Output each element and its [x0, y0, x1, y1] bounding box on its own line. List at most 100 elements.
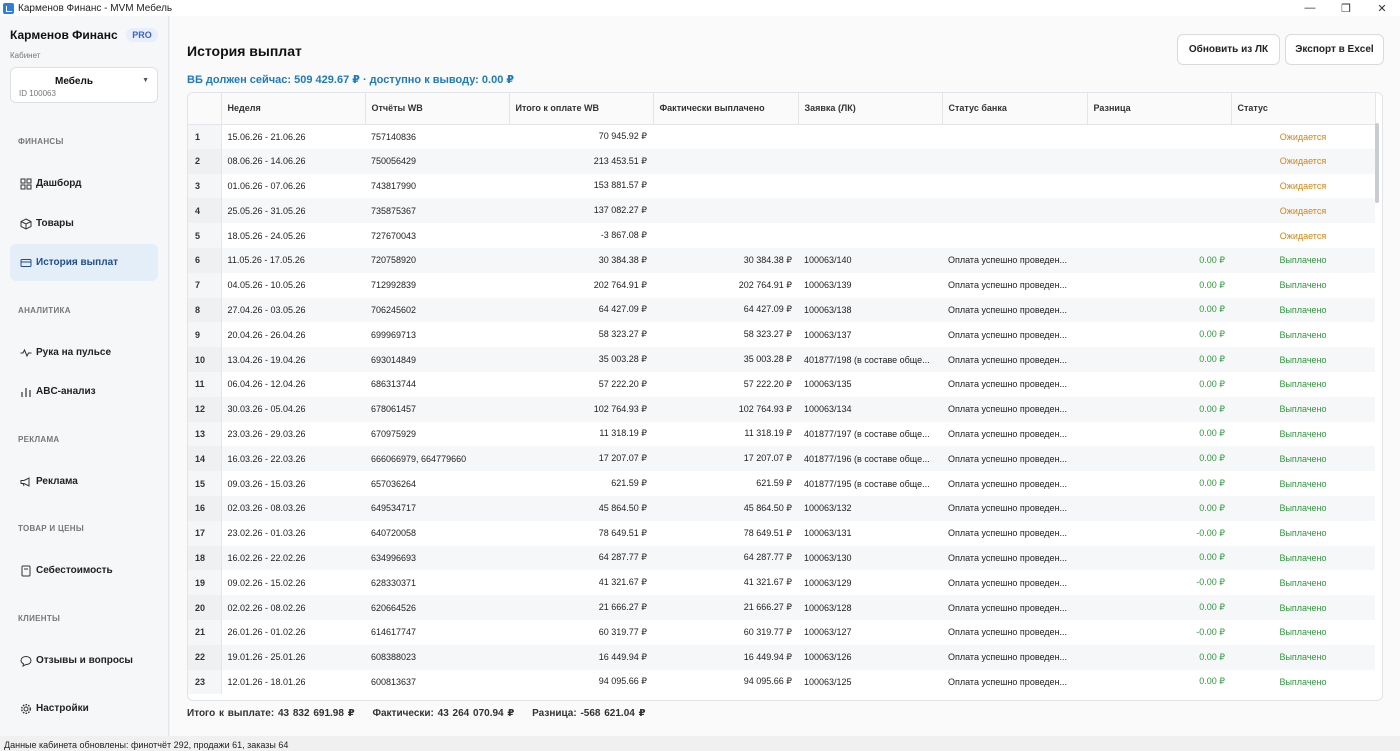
week-cell: 09.03.26 - 15.03.26: [227, 478, 306, 489]
sidebar-item-abc[interactable]: ABC-анализ: [10, 373, 158, 410]
difference-cell: 0.00 ₽: [1087, 297, 1231, 323]
status-cell: Выплачено: [1231, 644, 1375, 670]
table-row[interactable]: 18 16.02.26 - 22.02.26 634996693 64 287.77 …: [188, 545, 1375, 571]
table-row[interactable]: 20 02.02.26 - 08.02.26 620664526 21 666.27 …: [188, 595, 1375, 620]
table-row[interactable]: 4 25.05.26 - 31.05.26 735875367 137 082.27 …: [188, 198, 1375, 224]
sidebar-item-payouts[interactable]: История выплат: [10, 244, 158, 281]
section-goods-prices: ТОВАР И ЦЕНЫ: [18, 524, 84, 533]
column-header[interactable]: Отчёты WB: [365, 93, 510, 125]
table-row[interactable]: 22 19.01.26 - 25.01.26 608388023 16 449.94 …: [188, 644, 1375, 670]
week-cell: 04.05.26 - 10.05.26: [227, 280, 306, 291]
sidebar-item-label: История выплат: [36, 257, 119, 268]
balance-summary: ВБ должен сейчас: 509 429.67 ₽ · доступн…: [187, 74, 515, 86]
status-cell: Выплачено: [1231, 297, 1375, 323]
maximize-button[interactable]: ❐: [1328, 0, 1364, 16]
sidebar-item-dashboard[interactable]: Дашборд: [10, 165, 158, 202]
close-button[interactable]: ✕: [1364, 0, 1400, 16]
to-pay-cell: 64 287.77 ₽: [509, 545, 653, 571]
row-index: 15: [188, 471, 222, 496]
request-cell: [798, 198, 942, 224]
table-row[interactable]: 9 20.04.26 - 26.04.26 699969713 58 323.27 ₽…: [188, 322, 1375, 348]
table-row[interactable]: 2 08.06.26 - 14.06.26 750056429 213 453.51 …: [188, 148, 1375, 174]
wb-reports-cell: 640720058: [371, 528, 417, 539]
difference-cell: [1087, 198, 1231, 224]
table-row[interactable]: 5 18.05.26 - 24.05.26 727670043 -3 867.08 ₽…: [188, 223, 1375, 248]
difference-cell: -0.00 ₽: [1196, 527, 1225, 538]
status-cell: Ожидается: [1279, 180, 1327, 191]
difference-cell: [1087, 124, 1231, 149]
bank-status-cell: Оплата успешно проведен...: [948, 676, 1068, 687]
to-pay-cell: 45 864.50 ₽: [509, 495, 653, 521]
request-cell: 100063/135: [804, 379, 852, 390]
refresh-button[interactable]: Обновить из ЛК: [1177, 34, 1280, 65]
row-index: 21: [188, 619, 222, 645]
column-header[interactable]: Неделя: [221, 93, 366, 125]
row-index: 11: [188, 371, 222, 397]
wb-reports-cell: 757140836: [371, 131, 417, 142]
table-row[interactable]: 13 23.03.26 - 29.03.26 670975929 11 318.19 …: [188, 421, 1375, 447]
sidebar-item-goods[interactable]: Товары: [10, 205, 158, 242]
table-row[interactable]: 10 13.04.26 - 19.04.26 693014849 35 003.28 …: [188, 347, 1375, 372]
sidebar-item-reviews[interactable]: Отзывы и вопросы: [10, 642, 158, 679]
export-excel-button[interactable]: Экспорт в Excel: [1285, 34, 1384, 65]
row-index: 22: [188, 644, 222, 670]
request-cell: 100063/138: [798, 297, 942, 323]
actual-paid-cell: 64 427.09 ₽: [653, 297, 798, 323]
column-header[interactable]: Статус: [1231, 93, 1376, 125]
table-row[interactable]: 15 09.03.26 - 15.03.26 657036264 621.59 ₽ 62…: [188, 471, 1375, 496]
sidebar-item-cost[interactable]: Себестоимость: [10, 552, 158, 589]
table-row[interactable]: 23 12.01.26 - 18.01.26 600813637 94 095.66 …: [188, 669, 1375, 695]
column-header[interactable]: Итого к оплате WB: [509, 93, 654, 125]
actual-paid-cell: [653, 198, 798, 224]
request-cell: 100063/127: [804, 627, 852, 638]
table-row[interactable]: 12 30.03.26 - 05.04.26 678061457 102 764.93…: [188, 396, 1375, 422]
table-row[interactable]: 7 04.05.26 - 10.05.26 712992839 202 764.91 …: [188, 272, 1375, 298]
section-finance: ФИНАНСЫ: [18, 137, 64, 146]
sidebar-item-ads[interactable]: Реклама: [10, 463, 158, 500]
row-index: 13: [188, 421, 222, 447]
difference-cell: -0.00 ₽: [1196, 577, 1225, 588]
column-header[interactable]: Разница: [1087, 93, 1232, 125]
week-cell: 23.03.26 - 29.03.26: [227, 428, 306, 439]
status-bar: Данные кабинета обновлены: финотчёт 292,…: [0, 736, 1400, 751]
actual-paid-cell: 60 319.77 ₽: [743, 626, 792, 637]
actual-paid-cell: 78 649.51 ₽: [743, 527, 792, 538]
difference-cell: 0.00 ₽: [1199, 478, 1225, 489]
bar-chart-icon: [19, 385, 32, 398]
bank-status-cell: Оплата успешно проведен...: [942, 396, 1087, 422]
to-pay-cell: 70 945.92 ₽: [598, 131, 647, 142]
table-row[interactable]: 17 23.02.26 - 01.03.26 640720058 78 649.51 …: [188, 520, 1375, 546]
sidebar-item-settings[interactable]: Настройки: [10, 690, 158, 727]
cabinet-select[interactable]: Мебель ID 100063 ▼: [10, 67, 158, 103]
minimize-button[interactable]: —: [1292, 0, 1328, 16]
table-header-row: Неделя Отчёты WB Итого к оплате WB Факти…: [188, 93, 1376, 125]
bank-status-cell: Оплата успешно проведен...: [942, 495, 1087, 521]
table-scrollbar[interactable]: [1375, 123, 1379, 203]
actual-paid-cell: 621.59 ₽: [756, 478, 792, 489]
table-row[interactable]: 19 09.02.26 - 15.02.26 628330371 41 321.67 …: [188, 570, 1375, 596]
row-index: 18: [188, 545, 222, 571]
table-row[interactable]: 6 11.05.26 - 17.05.26 720758920 30 384.38 ₽…: [188, 247, 1375, 273]
table-row[interactable]: 14 16.03.26 - 22.03.26 666066979, 66477966…: [188, 446, 1375, 472]
difference-cell: 0.00 ₽: [1199, 279, 1225, 290]
column-header[interactable]: Фактически выплачено: [653, 93, 799, 125]
row-index: 6: [188, 247, 222, 273]
wb-reports-cell: 608388023: [365, 644, 509, 670]
table-row[interactable]: 11 06.04.26 - 12.04.26 686313744 57 222.20 …: [188, 371, 1375, 397]
table-row[interactable]: 16 02.03.26 - 08.03.26 649534717 45 864.50 …: [188, 495, 1375, 521]
table-row[interactable]: 8 27.04.26 - 03.05.26 706245602 64 427.09 ₽…: [188, 297, 1375, 323]
table-row[interactable]: 21 26.01.26 - 01.02.26 614617747 60 319.77 …: [188, 619, 1375, 645]
actual-paid-cell: 35 003.28 ₽: [653, 347, 798, 372]
column-header[interactable]: Заявка (ЛК): [798, 93, 943, 125]
table-row[interactable]: 1 15.06.26 - 21.06.26 757140836 70 945.92 ₽…: [188, 124, 1375, 149]
status-cell: Выплачено: [1279, 478, 1327, 489]
sidebar-item-pulse[interactable]: Рука на пульсе: [10, 334, 158, 371]
bank-status-cell: [942, 124, 1087, 149]
request-cell: [798, 148, 942, 174]
column-header[interactable]: Статус банка: [942, 93, 1088, 125]
request-cell: 100063/128: [798, 595, 942, 620]
week-cell: 20.04.26 - 26.04.26: [227, 329, 306, 340]
table-row[interactable]: 3 01.06.26 - 07.06.26 743817990 153 881.57 …: [188, 173, 1375, 199]
app-icon: [3, 2, 14, 14]
status-cell: Выплачено: [1231, 247, 1375, 273]
